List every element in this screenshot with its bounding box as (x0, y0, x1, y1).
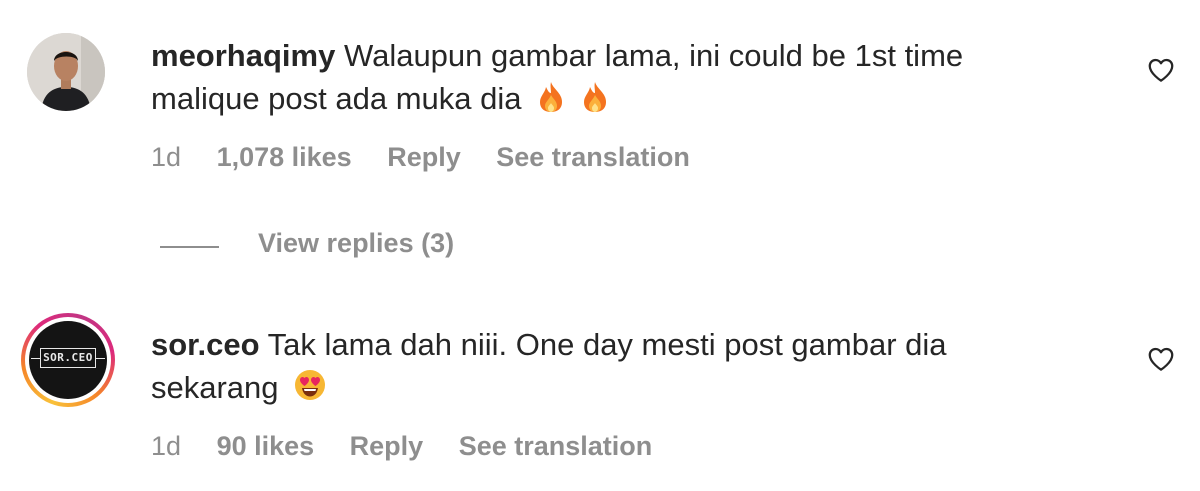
heart-outline-icon[interactable] (1146, 55, 1176, 85)
brand-logo: SOR.CEO (29, 321, 107, 399)
username[interactable]: sor.ceo (151, 327, 260, 362)
timestamp[interactable]: 1d (151, 142, 181, 172)
see-translation-button[interactable]: See translation (496, 142, 690, 172)
comment-meta: 1d 1,078 likes Reply See translation (151, 142, 718, 173)
comment-text-line2: malique post ada muka dia (151, 81, 522, 116)
heart-eyes-emoji-icon (293, 368, 327, 413)
fire-emoji-icon (536, 81, 566, 124)
logo-text: SOR.CEO (43, 351, 93, 364)
timestamp[interactable]: 1d (151, 431, 181, 461)
heart-outline-icon[interactable] (1146, 344, 1176, 374)
comment-text-line1: Tak lama dah niii. One day mesti post ga… (267, 327, 947, 362)
avatar[interactable] (27, 33, 105, 111)
likes-count[interactable]: 90 likes (217, 431, 315, 461)
fire-emoji-icon (580, 81, 610, 124)
avatar[interactable]: SOR.CEO (21, 313, 115, 407)
user-photo-icon (27, 33, 105, 111)
see-translation-button[interactable]: See translation (459, 431, 653, 461)
comment-text-line2: sekarang (151, 370, 279, 405)
comment-meta: 1d 90 likes Reply See translation (151, 431, 680, 462)
username[interactable]: meorhaqimy (151, 38, 335, 73)
reply-button[interactable]: Reply (350, 431, 424, 461)
divider-line (160, 246, 219, 248)
comment-text-line1: Walaupun gambar lama, ini could be 1st t… (343, 38, 964, 73)
view-replies-button[interactable]: View replies (3) (258, 228, 454, 259)
reply-button[interactable]: Reply (387, 142, 461, 172)
likes-count[interactable]: 1,078 likes (217, 142, 352, 172)
